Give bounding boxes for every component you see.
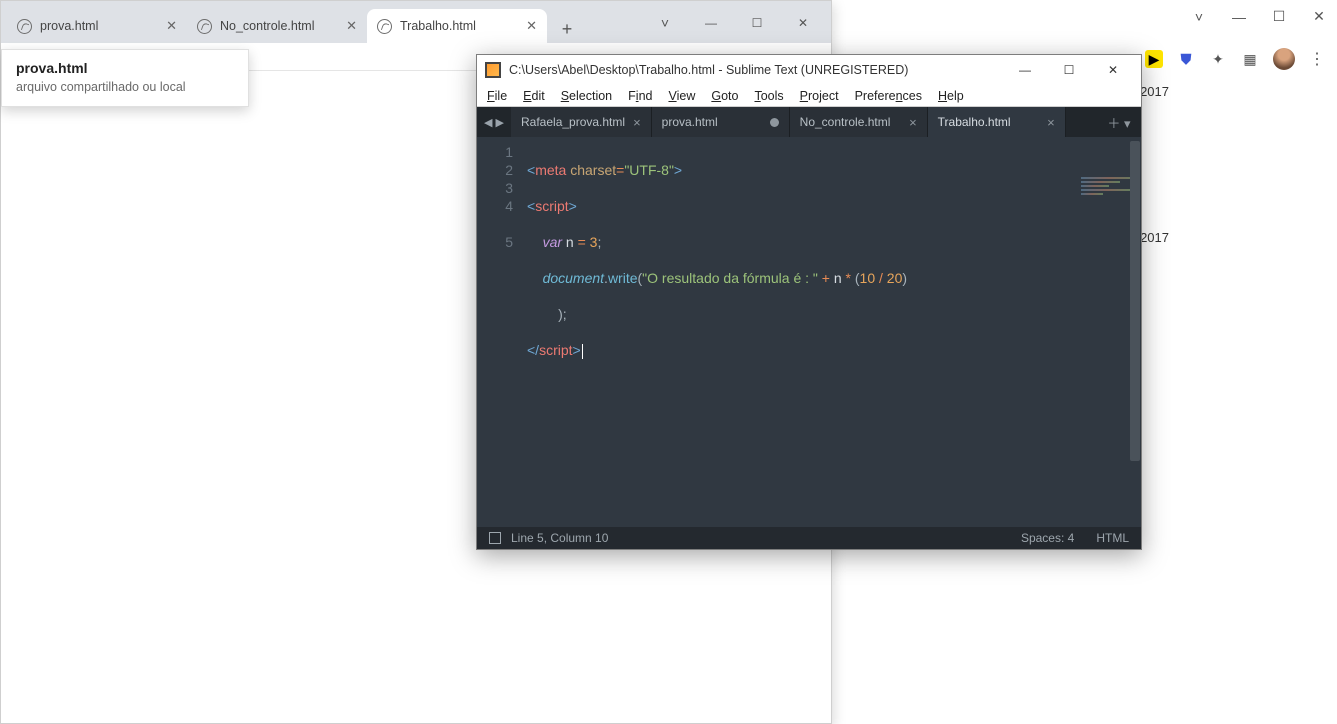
close-button[interactable]: ✕ [781,11,825,35]
extension-icon-puzzle[interactable]: ✦ [1209,50,1227,68]
line-number: 1 [477,143,513,161]
menu-help[interactable]: Help [938,89,964,103]
sublime-menubar: File Edit Selection Find View Goto Tools… [477,85,1141,107]
text-caret [582,344,583,359]
extension-icon-grid[interactable]: ▦ [1241,50,1259,68]
menu-view[interactable]: View [668,89,695,103]
browser-tab-trabalho[interactable]: Trabalho.html ✕ [367,9,547,43]
status-syntax[interactable]: HTML [1096,531,1129,545]
tab-label: Trabalho.html [400,19,476,33]
line-number: 5 [477,233,513,251]
sublime-maximize-button[interactable]: ☐ [1049,58,1089,82]
sublime-app-icon [485,62,501,78]
sublime-tab-nocontrole[interactable]: No_controle.html × [790,107,928,137]
menu-selection[interactable]: Selection [561,89,612,103]
scrollbar-thumb[interactable] [1130,141,1140,461]
line-number: 4 [477,197,513,215]
browser-tab-prova[interactable]: prova.html ✕ [7,9,187,43]
hover-card-title: prova.html [16,60,234,76]
line-number-gutter: 1 2 3 4 5 [477,137,521,527]
sublime-title-text: C:\Users\Abel\Desktop\Trabalho.html - Su… [509,63,908,77]
sublime-minimize-button[interactable]: — [1005,58,1045,82]
sublime-tab-label: prova.html [662,115,718,129]
menu-project[interactable]: Project [800,89,839,103]
minimize-button[interactable]: — [689,11,733,35]
status-position[interactable]: Line 5, Column 10 [511,531,608,545]
tab-close-icon[interactable]: × [909,115,917,130]
sublime-titlebar[interactable]: C:\Users\Abel\Desktop\Trabalho.html - Su… [477,55,1141,85]
sublime-tab-trabalho[interactable]: Trabalho.html × [928,107,1066,137]
globe-icon [197,19,212,34]
tab-label: prova.html [40,19,98,33]
profile-avatar[interactable] [1273,48,1295,70]
menu-goto[interactable]: Goto [711,89,738,103]
menu-edit[interactable]: Edit [523,89,545,103]
line-number: 2 [477,161,513,179]
sublime-tabbar: ◀ ▶ Rafaela_prova.html × prova.html No_c… [477,107,1141,137]
tab-hover-card: prova.html arquivo compartilhado ou loca… [1,49,249,107]
hover-card-subtitle: arquivo compartilhado ou local [16,80,234,94]
sublime-tab-prova[interactable]: prova.html [652,107,790,137]
sublime-tab-label: Rafaela_prova.html [521,115,625,129]
tab-close-icon[interactable]: × [1047,115,1055,130]
panel-toggle-icon[interactable] [489,532,501,544]
dirty-indicator-icon [770,118,779,127]
bg-year-label-2: 2017 [1140,230,1169,245]
sublime-tab-label: No_controle.html [800,115,891,129]
bg-window-controls: ˅ — ☐ ✕ [1187,8,1331,25]
tab-close-icon[interactable]: ✕ [526,18,537,34]
extension-icon-shield[interactable]: ⛊ [1177,50,1195,68]
tab-label: No_controle.html [220,19,315,33]
sublime-close-button[interactable]: ✕ [1093,58,1133,82]
menu-preferences[interactable]: Preferences [855,89,922,103]
new-tab-button[interactable]: + [553,15,581,43]
sublime-editor[interactable]: 1 2 3 4 5 <meta charset="UTF-8"> <script… [477,137,1141,527]
tab-nav-arrows[interactable]: ◀ ▶ [477,107,511,137]
line-number: 3 [477,179,513,197]
sublime-tab-rafaela[interactable]: Rafaela_prova.html × [511,107,652,137]
globe-icon [17,19,32,34]
maximize-button[interactable]: ☐ [735,11,779,35]
browser-tabstrip: prova.html ✕ No_controle.html ✕ Trabalho… [1,1,831,43]
browser-window-controls: ˅ — ☐ ✕ [643,5,825,35]
bg-extension-bar: ▶ ⛊ ✦ ▦ ⋮ [1145,48,1325,70]
menu-tools[interactable]: Tools [754,89,783,103]
editor-scrollbar[interactable] [1129,137,1141,527]
menu-file[interactable]: File [487,89,507,103]
browser-tab-nocontrole[interactable]: No_controle.html ✕ [187,9,367,43]
sublime-statusbar: Line 5, Column 10 Spaces: 4 HTML [477,527,1141,549]
sublime-window: C:\Users\Abel\Desktop\Trabalho.html - Su… [476,54,1142,550]
bg-close-button[interactable]: ✕ [1307,8,1331,25]
menu-find[interactable]: Find [628,89,652,103]
tabsearch-chevron-icon[interactable]: ˅ [643,11,687,35]
sublime-window-controls: — ☐ ✕ [1005,58,1133,82]
browser-menu-icon[interactable]: ⋮ [1309,49,1325,69]
tab-close-icon[interactable]: × [633,115,641,130]
extension-icon-player[interactable]: ▶ [1145,50,1163,68]
tab-close-icon[interactable]: ✕ [166,18,177,34]
bg-year-label-1: 2017 [1140,84,1169,99]
status-indent[interactable]: Spaces: 4 [1021,531,1074,545]
globe-icon [377,19,392,34]
tab-overflow-controls[interactable]: ＋ ▾ [1097,107,1141,137]
bg-maximize-button[interactable]: ☐ [1267,8,1291,25]
tab-close-icon[interactable]: ✕ [346,18,357,34]
bg-chevron-icon[interactable]: ˅ [1187,9,1211,25]
sublime-tab-label: Trabalho.html [938,115,1011,129]
bg-minimize-button[interactable]: — [1227,9,1251,25]
code-area[interactable]: <meta charset="UTF-8"> <script> var n = … [521,137,1141,527]
